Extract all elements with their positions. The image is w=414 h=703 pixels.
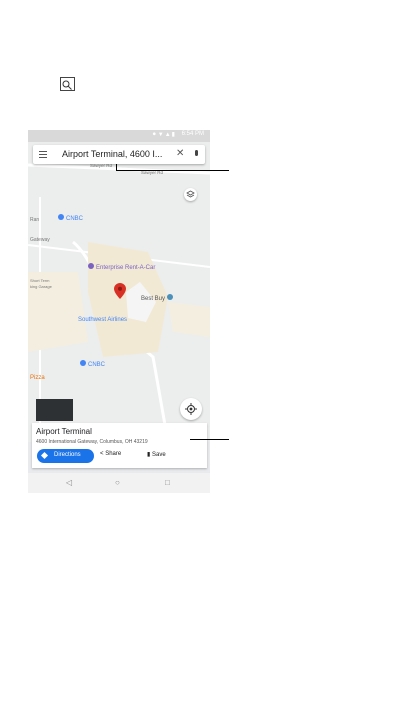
edge-label-gateway: Gateway	[30, 237, 50, 243]
poi-pin-icon	[88, 263, 94, 269]
callout-line-address	[190, 439, 229, 440]
menu-icon[interactable]	[39, 151, 47, 160]
search-icon	[60, 77, 75, 91]
bookmark-icon: ▮	[147, 452, 151, 458]
poi-southwest[interactable]: Southwest Airlines	[78, 317, 127, 323]
status-icons: ⚫▼▲▮	[151, 132, 176, 138]
location-pin-icon[interactable]	[114, 283, 126, 299]
back-icon[interactable]: ◁	[66, 478, 72, 487]
callout-line-search	[116, 170, 229, 171]
poi-pin-icon	[167, 294, 174, 300]
crosshair-icon	[185, 403, 197, 415]
mic-icon[interactable]	[195, 150, 198, 156]
map-view[interactable]: Sawyer Rd Sawyer Rd Ran Gateway Short Te…	[28, 142, 210, 442]
my-location-button[interactable]	[180, 398, 202, 420]
poi-pin-icon	[58, 214, 64, 220]
edge-label-short-term: Short Term	[30, 278, 50, 283]
edge-label-garage: king Garage	[30, 284, 52, 289]
poi-cnbc-top[interactable]: CNBC	[58, 214, 83, 222]
directions-button[interactable]: Directions	[37, 449, 94, 463]
poi-enterprise[interactable]: Enterprise Rent-A-Car	[88, 263, 155, 271]
place-card[interactable]: Airport Terminal 4600 International Gate…	[32, 423, 207, 468]
share-button[interactable]: < Share	[100, 451, 121, 457]
phone-screenshot: ⚫▼▲▮ 6:54 PM Sawyer Rd Sawyer Rd Ran Gat…	[28, 130, 210, 493]
place-title: Airport Terminal	[36, 427, 92, 436]
search-bar[interactable]: Airport Terminal, 4600 I... ✕	[33, 145, 205, 164]
layers-icon	[186, 190, 195, 198]
save-button[interactable]: ▮ Save	[147, 451, 166, 458]
street-view-thumbnail[interactable]	[36, 399, 73, 421]
close-icon[interactable]: ✕	[176, 148, 184, 159]
layers-button[interactable]	[184, 188, 197, 201]
home-icon[interactable]: ○	[115, 478, 120, 487]
status-bar: ⚫▼▲▮ 6:54 PM	[28, 130, 210, 142]
callout-line-search-tick	[116, 164, 117, 171]
recents-icon[interactable]: □	[165, 478, 170, 487]
poi-cnbc-bottom[interactable]: CNBC	[80, 360, 105, 368]
poi-pizza[interactable]: Pizza	[30, 375, 45, 381]
poi-pin-icon	[80, 360, 86, 366]
android-nav-bar: ◁ ○ □	[28, 473, 210, 493]
directions-icon	[40, 451, 49, 460]
status-time: 6:54 PM	[181, 131, 204, 137]
place-address: 4600 International Gateway, Columbus, OH…	[36, 439, 148, 445]
search-input[interactable]: Airport Terminal, 4600 I...	[62, 149, 162, 159]
poi-best-buy[interactable]: Best Buy	[141, 294, 174, 302]
edge-label-ran: Ran	[30, 217, 40, 223]
share-icon: <	[100, 451, 104, 457]
